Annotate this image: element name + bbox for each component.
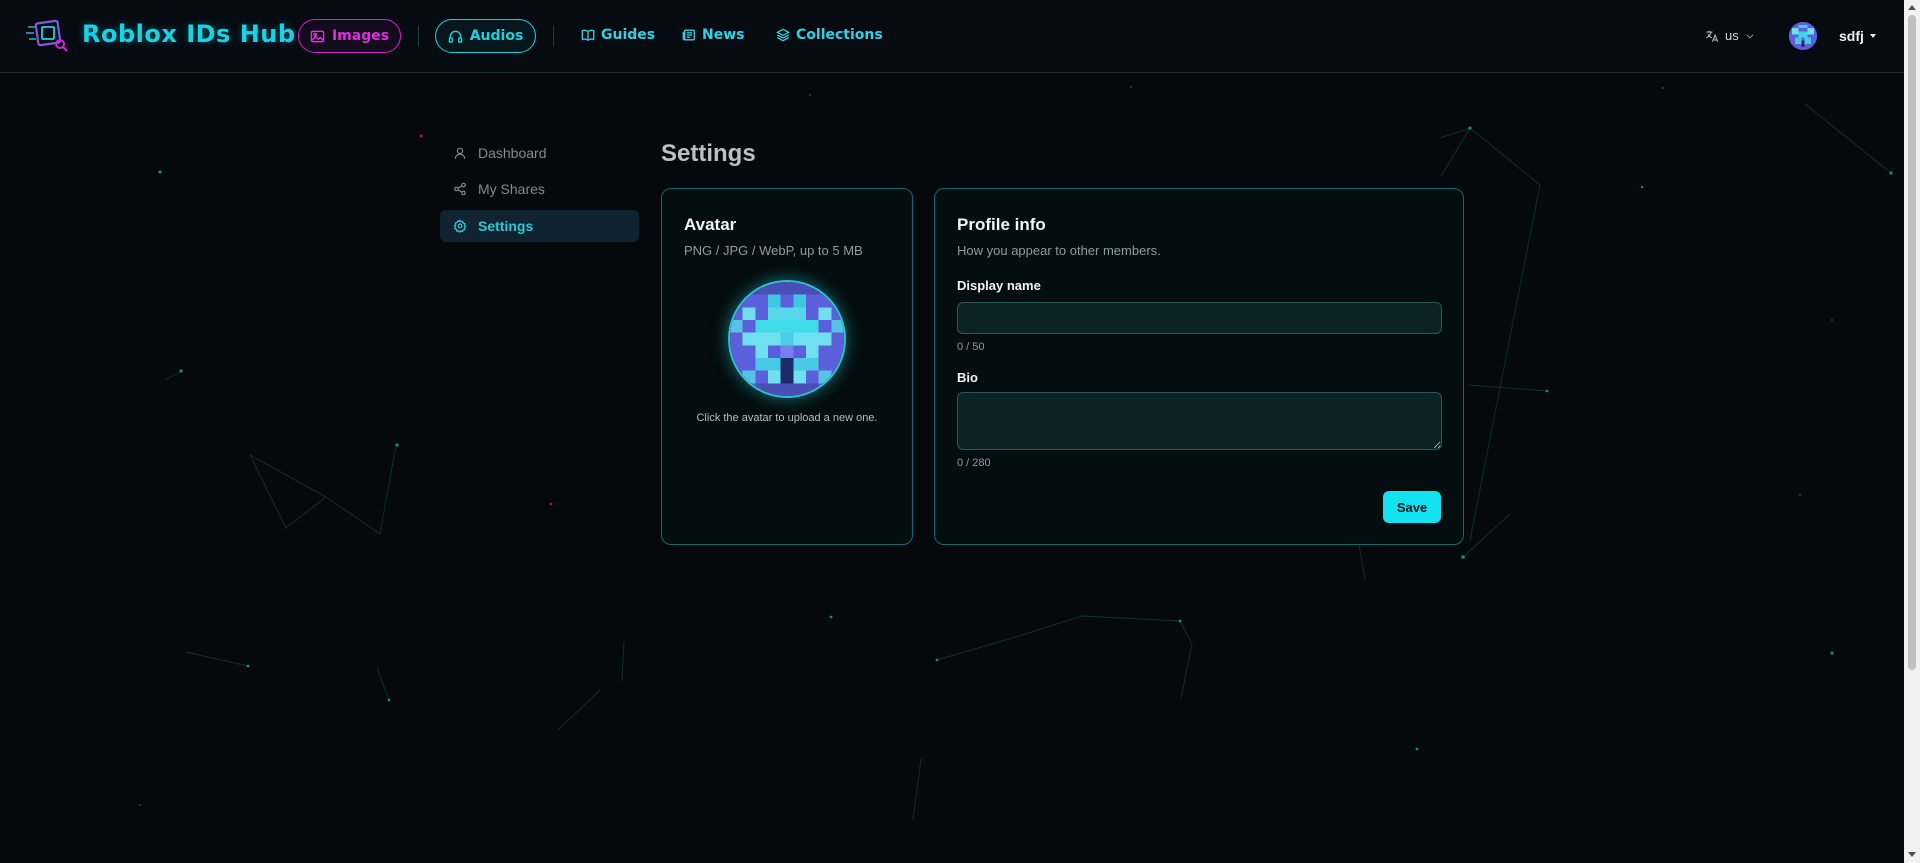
nav-guides-label: Guides <box>601 27 656 43</box>
avatar-image <box>1789 22 1817 50</box>
sidebar-item-settings[interactable]: Settings <box>440 210 639 242</box>
avatar-card-subtitle: PNG / JPG / WebP, up to 5 MB <box>684 243 863 258</box>
nav-guides-link[interactable]: Guides <box>581 27 655 43</box>
sidebar-item-label: My Shares <box>478 181 545 197</box>
avatar-card-title: Avatar <box>684 215 737 234</box>
nav-collections-link[interactable]: Collections <box>776 27 883 43</box>
translate-icon <box>1706 30 1719 42</box>
username-label: sdfj <box>1839 28 1864 44</box>
avatar-upload-button[interactable] <box>728 280 846 398</box>
nav-audios-label: Audios <box>469 28 524 44</box>
layers-icon <box>776 28 790 42</box>
bio-label: Bio <box>957 370 978 385</box>
language-selector[interactable]: us <box>1705 28 1755 43</box>
share-icon <box>454 182 466 196</box>
caret-down-icon <box>1869 34 1876 38</box>
user-icon <box>454 147 466 159</box>
save-button[interactable]: Save <box>1383 491 1441 523</box>
bio-textarea[interactable] <box>957 392 1442 450</box>
sidebar-item-label: Dashboard <box>478 145 547 161</box>
language-code: us <box>1725 28 1739 43</box>
avatar-card: Avatar PNG / JPG / WebP, up to 5 MB Clic… <box>661 188 913 545</box>
nav-images-button[interactable]: Images <box>298 19 401 53</box>
profile-card-title: Profile info <box>957 215 1046 234</box>
avatar-upload-hint: Click the avatar to upload a new one. <box>696 412 878 424</box>
page-scrollbar[interactable] <box>1904 0 1920 863</box>
avatar-image <box>730 282 844 396</box>
sidebar-item-dashboard[interactable]: Dashboard <box>440 137 639 169</box>
scroll-down-arrow-icon[interactable] <box>1908 852 1916 857</box>
gear-icon <box>453 219 467 233</box>
scroll-thumb[interactable] <box>1908 15 1916 670</box>
newspaper-icon <box>682 29 695 41</box>
bio-counter: 0 / 280 <box>957 457 991 469</box>
display-name-input[interactable] <box>957 302 1442 334</box>
nav-news-link[interactable]: News <box>682 27 744 43</box>
page-title: Settings <box>661 140 756 167</box>
display-name-label: Display name <box>957 278 1041 293</box>
chevron-down-icon <box>1746 33 1754 38</box>
profile-card-subtitle: How you appear to other members. <box>957 243 1161 258</box>
brand-name[interactable]: Roblox IDs Hub <box>82 20 296 48</box>
logo-icon[interactable] <box>26 18 70 52</box>
top-navigation-bar: Roblox IDs Hub Images Audios Guides News… <box>0 0 1904 73</box>
profile-info-card: Profile info How you appear to other mem… <box>934 188 1464 545</box>
user-menu[interactable]: sdfj <box>1839 28 1876 44</box>
headphones-icon <box>448 30 462 43</box>
display-name-counter: 0 / 50 <box>957 341 985 353</box>
nav-divider <box>418 26 419 46</box>
nav-audios-button[interactable]: Audios <box>435 19 536 53</box>
nav-divider <box>553 26 554 46</box>
nav-news-label: News <box>702 27 745 43</box>
user-avatar[interactable] <box>1789 22 1817 50</box>
image-icon <box>310 30 325 42</box>
scroll-up-arrow-icon[interactable] <box>1908 5 1916 10</box>
book-icon <box>581 29 595 42</box>
nav-images-label: Images <box>331 28 390 44</box>
sidebar-item-label: Settings <box>478 218 534 234</box>
nav-collections-label: Collections <box>796 27 883 43</box>
sidebar-item-my-shares[interactable]: My Shares <box>440 173 639 205</box>
